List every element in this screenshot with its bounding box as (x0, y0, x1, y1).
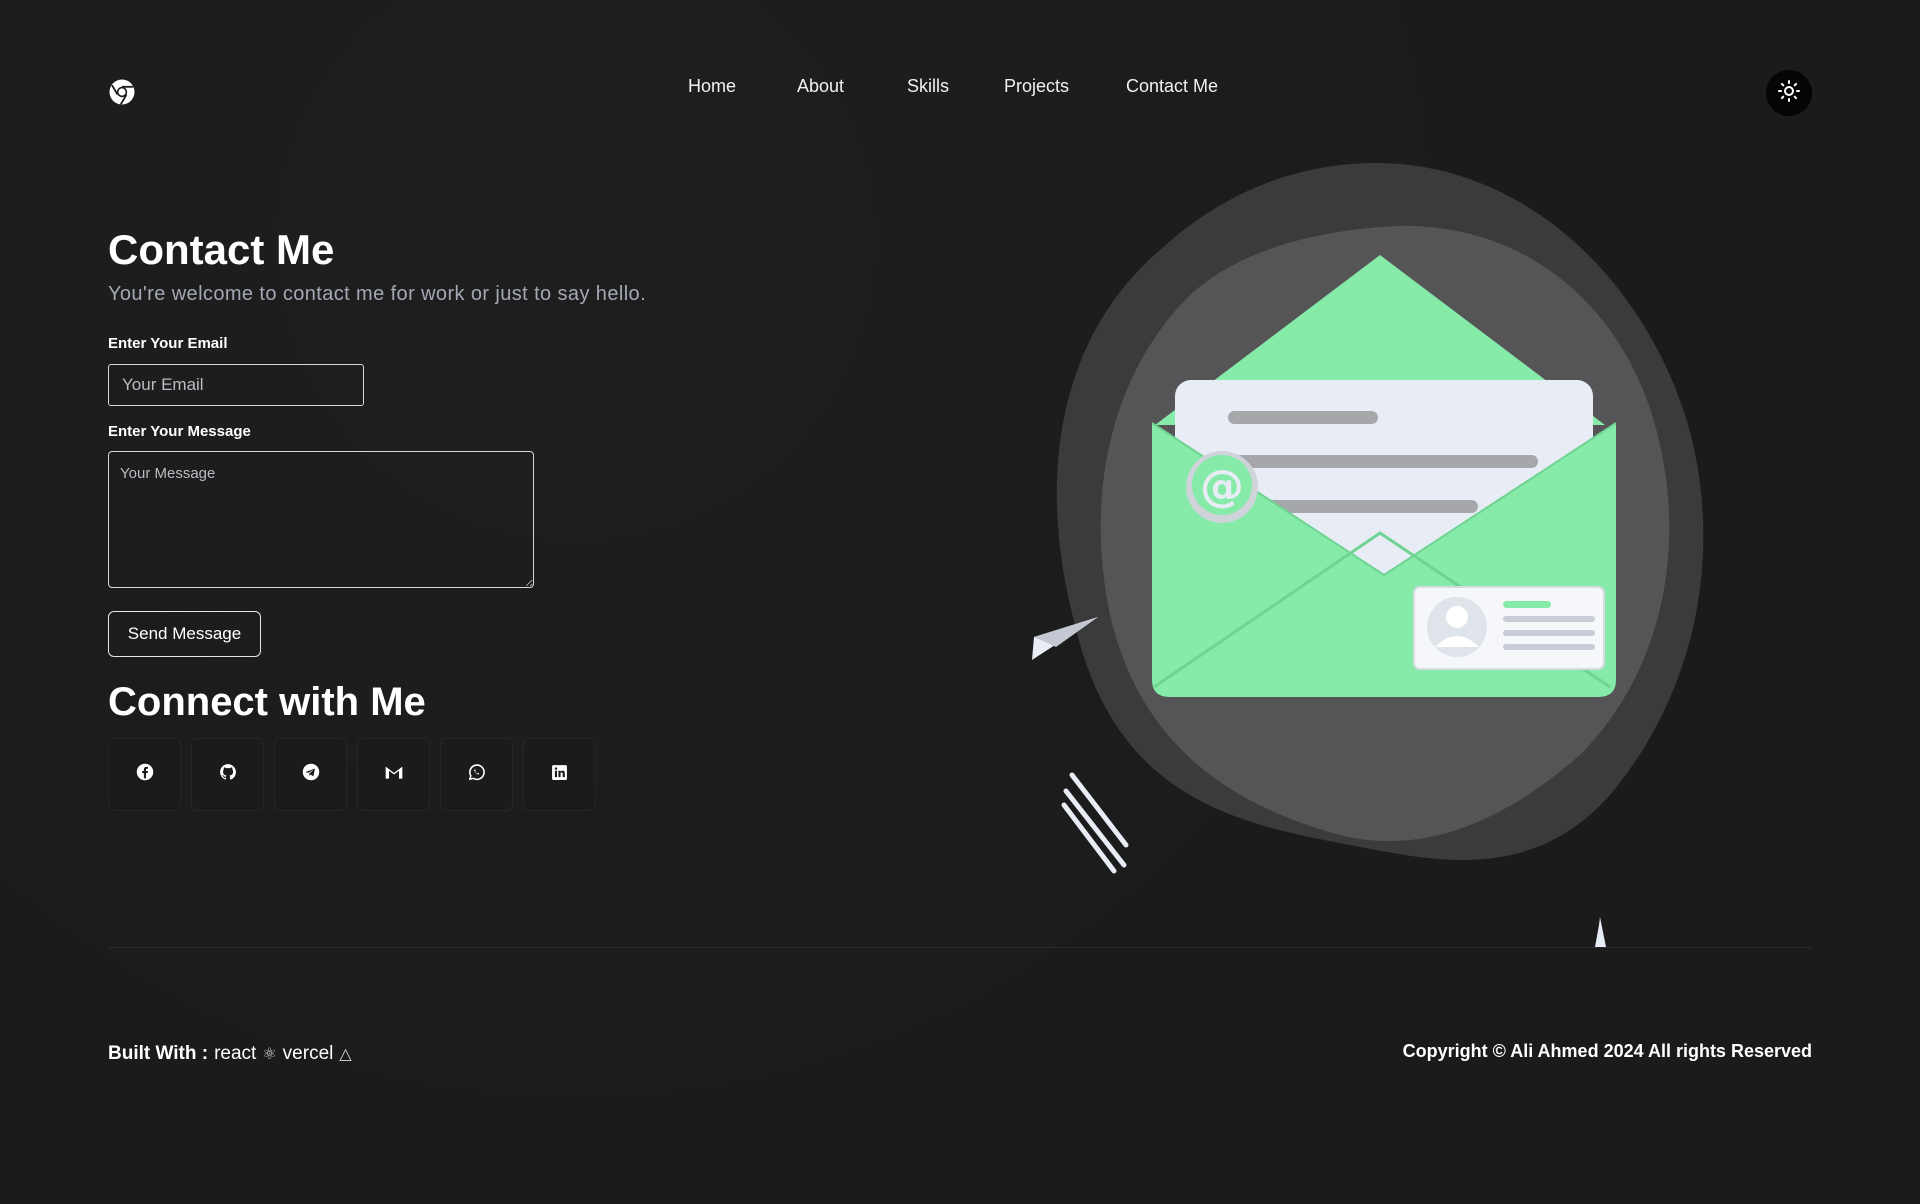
page-title: Contact Me (108, 226, 335, 273)
telegram-icon (302, 763, 320, 786)
whatsapp-button[interactable] (440, 738, 513, 811)
page: Home About Skills Projects Contact Me Co… (0, 0, 1920, 1204)
nav-contact-me[interactable]: Contact Me (1126, 76, 1218, 97)
telegram-button[interactable] (274, 738, 347, 811)
react-icon: ⚛ (262, 1046, 277, 1063)
page-subtitle: You're welcome to contact me for work or… (108, 283, 647, 305)
built-with-label: Built With : (108, 1043, 209, 1064)
sun-icon (1777, 79, 1801, 108)
theme-toggle-button[interactable] (1766, 70, 1812, 116)
message-label: Enter Your Message (108, 423, 251, 440)
facebook-button[interactable] (108, 738, 181, 811)
linkedin-button[interactable] (523, 738, 596, 811)
email-label: Enter Your Email (108, 335, 228, 352)
whatsapp-icon (467, 763, 486, 787)
message-field[interactable] (108, 451, 534, 588)
copyright-text: Copyright © Ali Ahmed 2024 All rights Re… (1402, 1041, 1812, 1061)
built-with: Built With : react ⚛ vercel △ (108, 1043, 352, 1065)
email-field[interactable] (108, 364, 364, 406)
footer-divider (108, 947, 1812, 948)
github-button[interactable] (191, 738, 264, 811)
nav-skills[interactable]: Skills (907, 76, 949, 97)
linkedin-icon (551, 764, 568, 786)
nav-about[interactable]: About (797, 76, 844, 97)
connect-title: Connect with Me (108, 680, 426, 724)
nav-projects[interactable]: Projects (1004, 76, 1069, 97)
github-icon (219, 763, 237, 786)
facebook-icon (136, 763, 154, 786)
gmail-icon (384, 763, 404, 786)
main-nav: Home About Skills Projects Contact Me (0, 72, 1920, 102)
vercel-link[interactable]: vercel (283, 1043, 334, 1065)
send-message-button[interactable]: Send Message (108, 611, 261, 657)
svg-text:@: @ (1200, 461, 1244, 512)
vercel-icon: △ (339, 1046, 352, 1063)
nav-home[interactable]: Home (688, 76, 736, 97)
gmail-button[interactable] (357, 738, 430, 811)
react-link[interactable]: react (214, 1043, 256, 1065)
envelope-illustration: @ (1020, 155, 1720, 955)
